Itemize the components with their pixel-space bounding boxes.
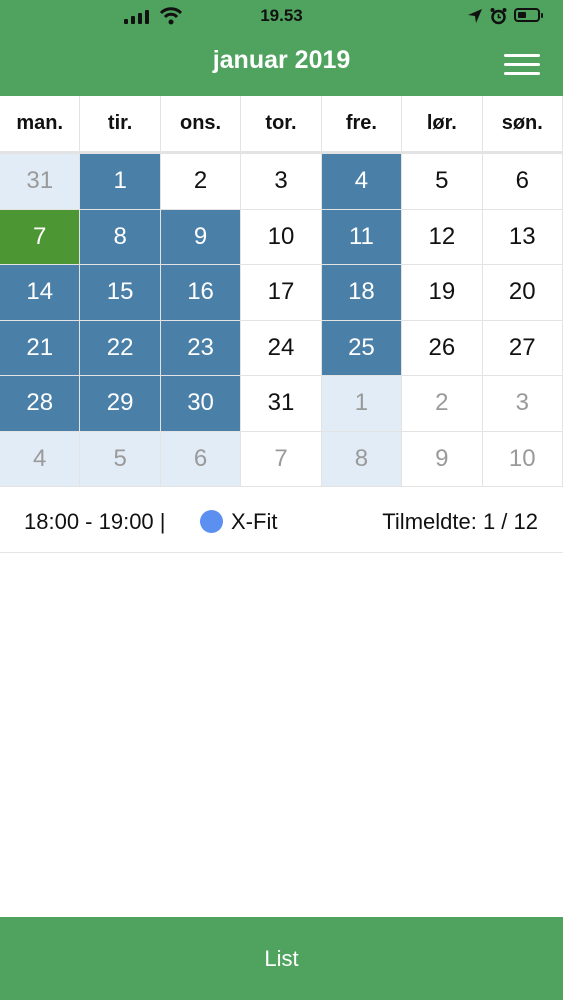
calendar-day[interactable]: 6 (482, 154, 563, 210)
calendar-day[interactable]: 23 (160, 320, 242, 376)
calendar-day[interactable]: 10 (482, 431, 563, 487)
status-bar: 19.53 (0, 0, 563, 34)
calendar-day[interactable]: 29 (80, 376, 161, 432)
calendar-day[interactable]: 28 (0, 376, 81, 432)
month-title: januar 2019 (212, 46, 351, 74)
calendar-day[interactable]: 31 (0, 154, 81, 210)
alarm-clock-icon (490, 8, 507, 25)
weekday-label: tir. (80, 96, 161, 154)
calendar-day[interactable]: 26 (402, 320, 483, 376)
weekday-label: fre. (321, 96, 403, 154)
calendar-day[interactable]: 16 (160, 265, 242, 321)
calendar-day[interactable]: 22 (80, 320, 161, 376)
calendar-day[interactable]: 14 (0, 265, 81, 321)
calendar-day[interactable]: 19 (402, 265, 483, 321)
calendar-day[interactable]: 5 (80, 431, 161, 487)
calendar-day[interactable]: 13 (482, 209, 563, 265)
calendar-day[interactable]: 4 (0, 431, 81, 487)
calendar-day[interactable]: 24 (241, 320, 322, 376)
calendar-day-today[interactable]: 7 (0, 209, 81, 265)
calendar-day[interactable]: 2 (160, 154, 242, 210)
event-color-dot (200, 510, 223, 533)
calendar-day[interactable]: 7 (241, 431, 322, 487)
calendar-day[interactable]: 4 (321, 154, 403, 210)
hamburger-menu-icon[interactable] (500, 50, 542, 80)
event-name: X-Fit (231, 509, 278, 534)
calendar-day[interactable]: 10 (241, 209, 322, 265)
list-button[interactable]: List (0, 917, 563, 1000)
calendar-day[interactable]: 9 (160, 209, 242, 265)
weekday-label: tor. (241, 96, 322, 154)
event-time: 18:00 - 19:00 | (24, 509, 166, 534)
event-registered-count: Tilmeldte: 1 / 12 (382, 509, 538, 534)
calendar-day[interactable]: 3 (482, 376, 563, 432)
calendar-day[interactable]: 11 (321, 209, 403, 265)
weekday-label: lør. (402, 96, 483, 154)
calendar-day[interactable]: 2 (402, 376, 483, 432)
calendar-day[interactable]: 25 (321, 320, 403, 376)
weekday-label: ons. (160, 96, 242, 154)
calendar-day[interactable]: 27 (482, 320, 563, 376)
calendar-day[interactable]: 18 (321, 265, 403, 321)
calendar-day[interactable]: 1 (321, 376, 403, 432)
calendar-day[interactable]: 21 (0, 320, 81, 376)
calendar-days-grid: 31 1 2 3 4 5 6 7 8 9 10 11 12 13 14 15 16 17 18 19 20 21 22 23 2… (0, 154, 563, 487)
calendar-day[interactable]: 3 (241, 154, 322, 210)
calendar: man. tir. ons. tor. fre. lør. søn. 31 1 2 3 4 5 6 7 8 9… (0, 96, 563, 487)
location-arrow-icon (468, 9, 482, 23)
weekday-label: man. (0, 96, 81, 154)
header: 19.53 januar 2019 (0, 0, 563, 96)
calendar-day[interactable]: 31 (241, 376, 322, 432)
calendar-day[interactable]: 8 (80, 209, 161, 265)
battery-icon (514, 8, 543, 22)
weekday-label: søn. (482, 96, 563, 154)
calendar-day[interactable]: 20 (482, 265, 563, 321)
calendar-day[interactable]: 6 (160, 431, 242, 487)
event-list-item[interactable]: 18:00 - 19:00 | X-Fit Tilmeldte: 1 / 12 (0, 489, 563, 553)
calendar-day[interactable]: 5 (402, 154, 483, 210)
calendar-day[interactable]: 12 (402, 209, 483, 265)
weekday-header-row: man. tir. ons. tor. fre. lør. søn. (0, 96, 563, 154)
calendar-day[interactable]: 9 (402, 431, 483, 487)
calendar-day[interactable]: 8 (321, 431, 403, 487)
calendar-day[interactable]: 1 (80, 154, 161, 210)
calendar-day[interactable]: 17 (241, 265, 322, 321)
calendar-day[interactable]: 30 (160, 376, 242, 432)
calendar-day[interactable]: 15 (80, 265, 161, 321)
list-button-label: List (264, 945, 299, 971)
